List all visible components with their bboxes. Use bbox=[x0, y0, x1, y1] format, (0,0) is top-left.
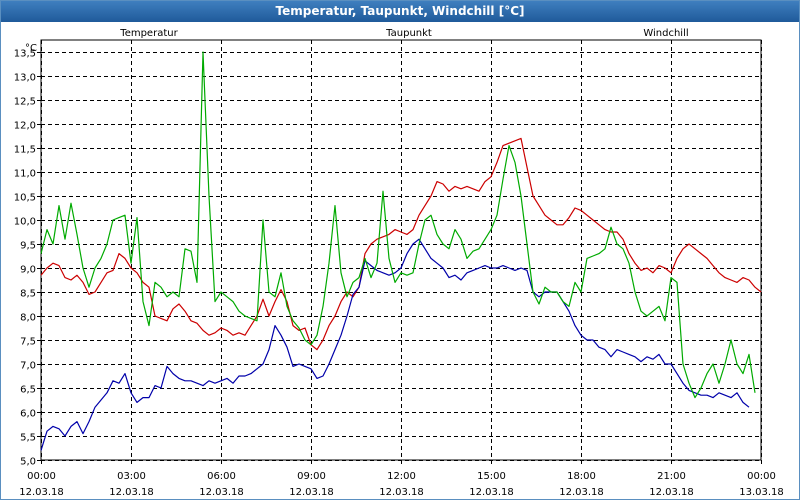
y-tick-label: 12,0 bbox=[14, 121, 36, 132]
x-tick-date: 12.03.18 bbox=[109, 487, 154, 498]
y-tick-label: 10,5 bbox=[14, 193, 36, 204]
x-tick-time: 12:00 bbox=[387, 471, 416, 482]
legend-temperatur: Temperatur bbox=[119, 28, 178, 39]
y-tick-label: 6,5 bbox=[20, 385, 36, 396]
x-tick-date: 12.03.18 bbox=[559, 487, 604, 498]
x-tick-date: 12.03.18 bbox=[649, 487, 694, 498]
x-tick-date: 12.03.18 bbox=[199, 487, 244, 498]
y-tick-label: 10,0 bbox=[14, 217, 36, 228]
y-tick-label: 9,0 bbox=[20, 265, 36, 276]
y-axis-label: °C bbox=[25, 43, 37, 54]
y-tick-label: 12,5 bbox=[14, 97, 36, 108]
y-tick-label: 13,0 bbox=[14, 73, 36, 84]
y-tick-label: 5,5 bbox=[20, 433, 36, 444]
x-tick-date: 12.03.18 bbox=[289, 487, 334, 498]
x-tick-time: 09:00 bbox=[297, 471, 326, 482]
y-tick-label: 5,0 bbox=[20, 457, 36, 468]
y-tick-label: 7,0 bbox=[20, 361, 36, 372]
y-tick-label: 11,5 bbox=[14, 145, 36, 156]
chart-window: Temperatur, Taupunkt, Windchill [°C] 5,0… bbox=[0, 0, 800, 500]
x-tick-time: 18:00 bbox=[567, 471, 596, 482]
x-tick-date: 12.03.18 bbox=[19, 487, 64, 498]
x-tick-date: 13.03.18 bbox=[739, 487, 784, 498]
y-tick-label: 9,5 bbox=[20, 241, 36, 252]
x-tick-time: 00:00 bbox=[27, 471, 56, 482]
legend-windchill: Windchill bbox=[643, 28, 688, 39]
x-tick-date: 12.03.18 bbox=[379, 487, 424, 498]
y-tick-label: 8,0 bbox=[20, 313, 36, 324]
x-tick-time: 15:00 bbox=[477, 471, 506, 482]
x-tick-time: 00:00 bbox=[747, 471, 776, 482]
y-tick-label: 8,5 bbox=[20, 289, 36, 300]
x-tick-time: 06:00 bbox=[207, 471, 236, 482]
y-tick-label: 6,0 bbox=[20, 409, 36, 420]
y-tick-label: 7,5 bbox=[20, 337, 36, 348]
chart-svg: 5,0 5,5 6,0 6,5 7,0 7,5 8,0 8,5 9,0 9,5 10,0 10,5 11… bbox=[14, 28, 784, 498]
y-tick-label: 11,0 bbox=[14, 169, 36, 180]
x-tick-time: 03:00 bbox=[117, 471, 146, 482]
x-tick-date: 12.03.18 bbox=[469, 487, 514, 498]
x-tick-time: 21:00 bbox=[657, 471, 686, 482]
legend-taupunkt: Taupunkt bbox=[385, 28, 432, 39]
